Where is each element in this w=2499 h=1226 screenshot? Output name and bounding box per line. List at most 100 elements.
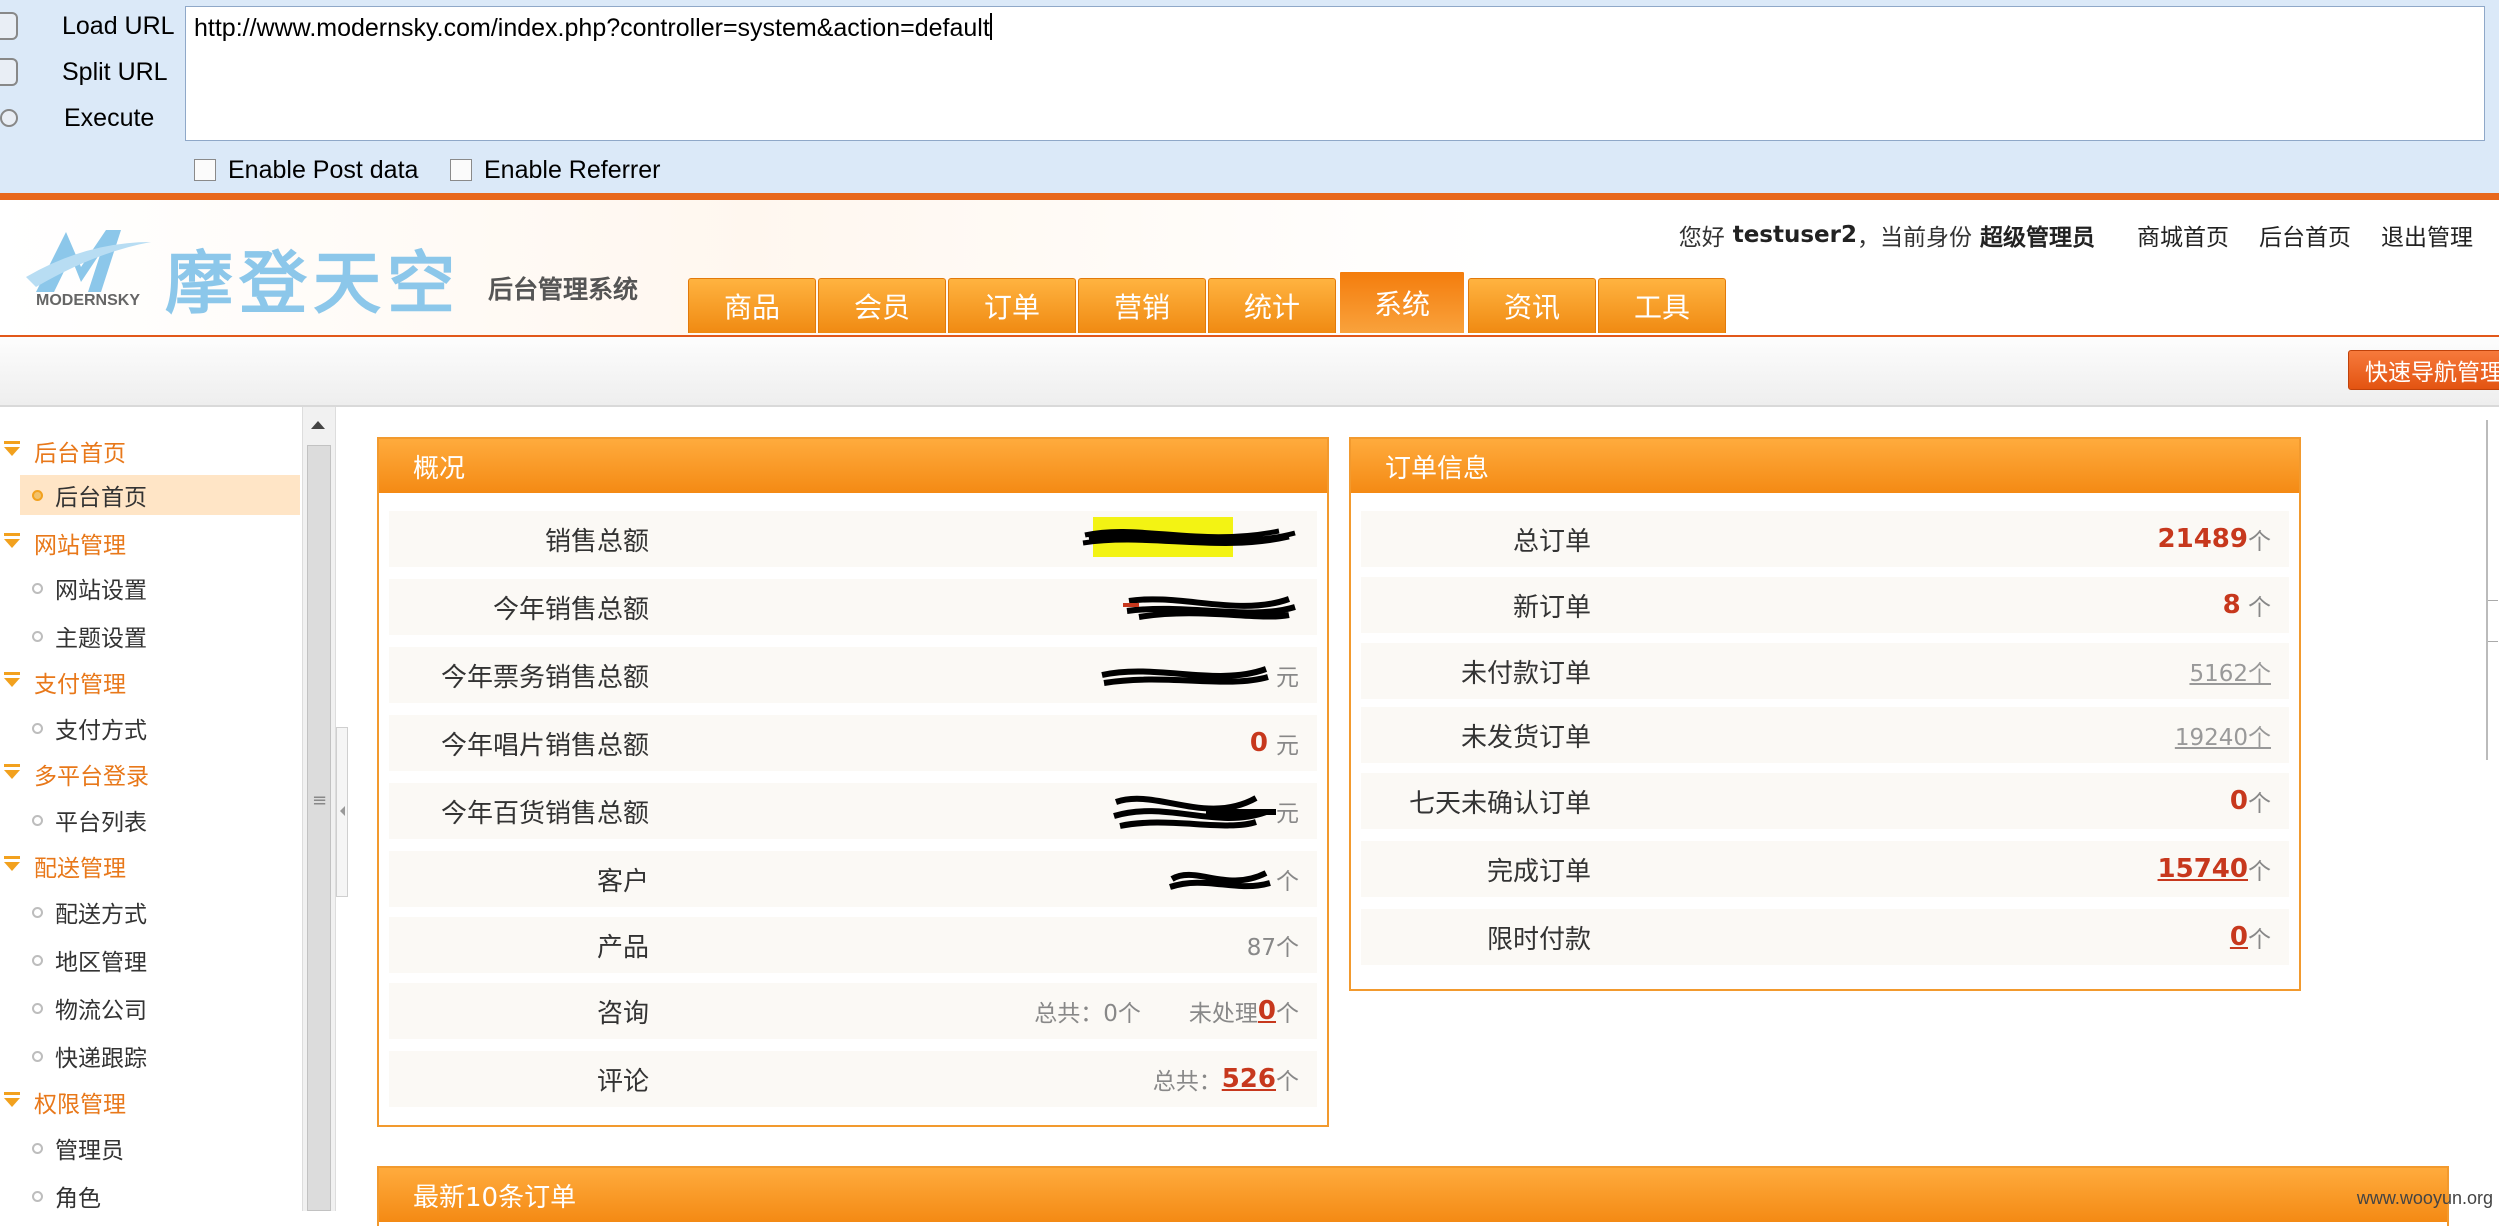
tab-goods[interactable]: 商品: [688, 278, 816, 333]
row-value: 0个: [2230, 920, 2271, 954]
timed-payment-link[interactable]: 0: [2230, 922, 2248, 952]
row-value-redacted: [1079, 513, 1299, 565]
sidebar-item-admins[interactable]: 管理员: [20, 1128, 300, 1168]
tab-marketing[interactable]: 营销: [1078, 278, 1206, 333]
row-number: 8: [2222, 590, 2241, 620]
tab-members[interactable]: 会员: [818, 278, 946, 333]
expand-triangle-icon: [4, 763, 20, 779]
sidebar-section-permission[interactable]: 权限管理: [0, 1082, 126, 1122]
load-url-button[interactable]: Load URL: [0, 4, 180, 48]
expand-triangle-icon: [4, 440, 20, 456]
bullet-icon: [32, 954, 43, 966]
sidebar-section-shipping[interactable]: 配送管理: [0, 846, 126, 886]
scrollbar-thumb[interactable]: [307, 445, 331, 1211]
bullet-icon: [32, 582, 43, 594]
split-url-button[interactable]: Split URL: [0, 50, 180, 94]
collapse-handle[interactable]: [336, 727, 348, 897]
sidebar-section-payment[interactable]: 支付管理: [0, 662, 126, 702]
page-scrollbar[interactable]: [2486, 420, 2499, 760]
checkbox-box[interactable]: [194, 159, 216, 181]
order-row: 总订单 21489 个: [1361, 511, 2289, 567]
link-mall-home[interactable]: 商城首页: [2137, 218, 2229, 252]
overview-row: 咨询 总共：0个 未处理 0 个: [389, 983, 1317, 1039]
tab-system[interactable]: 系统: [1338, 270, 1466, 333]
overview-row: 销售总额: [389, 511, 1317, 567]
sidebar-item-tracking[interactable]: 快递跟踪: [20, 1036, 300, 1076]
enable-referrer-checkbox[interactable]: Enable Referrer: [450, 155, 660, 185]
row-unit: 元: [1276, 801, 1299, 827]
row-value: 8 个: [2223, 588, 2271, 622]
expand-triangle-icon: [4, 671, 20, 687]
bullet-icon: [32, 906, 43, 918]
unpaid-orders-link[interactable]: 5162个: [2189, 654, 2271, 688]
sidebar-item-label: 配送方式: [55, 902, 147, 928]
row-unit: 个: [2248, 859, 2271, 885]
user-info: 您好 testuser2 ，当前身份 超级管理员 商城首页 后台首页 退出管理: [1679, 218, 2473, 252]
url-textarea[interactable]: http://www.modernsky.com/index.php?contr…: [185, 6, 2485, 141]
text-caret: [989, 13, 992, 40]
consult-pending-link[interactable]: 0: [1258, 996, 1276, 1026]
load-url-icon: [0, 12, 18, 40]
system-name: 后台管理系统: [488, 275, 639, 304]
sidebar-item-label: 管理员: [55, 1138, 124, 1164]
sidebar-item-label: 主题设置: [55, 626, 147, 652]
sidebar-section-dashboard[interactable]: 后台首页: [0, 431, 126, 471]
sidebar-item-shipping-methods[interactable]: 配送方式: [20, 892, 300, 932]
sidebar-item-site-settings[interactable]: 网站设置: [20, 568, 300, 608]
sidebar-section-site[interactable]: 网站管理: [0, 523, 126, 563]
row-value: 15740 个: [2158, 852, 2271, 886]
sidebar-item-label: 快递跟踪: [55, 1046, 147, 1072]
checkbox-box[interactable]: [450, 159, 472, 181]
sidebar-item-payment-methods[interactable]: 支付方式: [20, 708, 300, 748]
tab-news[interactable]: 资讯: [1468, 278, 1596, 333]
order-row: 未付款订单 5162个: [1361, 643, 2289, 699]
expand-triangle-icon: [4, 532, 20, 548]
url-text: http://www.modernsky.com/index.php?contr…: [194, 14, 990, 42]
sidebar-item-region[interactable]: 地区管理: [20, 940, 300, 980]
sidebar-item-label: 角色: [55, 1186, 101, 1211]
order-info-panel: 订单信息 总订单 21489 个 新订单 8 个 未付款订单 5162个 未发货订…: [1349, 437, 2301, 991]
row-value-redacted: 元: [1096, 655, 1299, 695]
sidebar-item-logistics[interactable]: 物流公司: [20, 988, 300, 1028]
sidebar-splitter[interactable]: [336, 407, 350, 1211]
header-top-border: [0, 193, 2499, 200]
scroll-up-icon[interactable]: [311, 421, 325, 429]
row-label: 产品: [596, 932, 649, 963]
sidebar-item-theme-settings[interactable]: 主题设置: [20, 616, 300, 656]
latest-orders-panel: 最新10条订单: [377, 1166, 2449, 1226]
row-unit: 个: [2240, 595, 2271, 621]
bullet-icon: [32, 1002, 43, 1014]
tab-orders[interactable]: 订单: [948, 278, 1076, 333]
quick-nav-button[interactable]: 快速导航管理: [2348, 350, 2499, 390]
tab-statistics[interactable]: 统计: [1208, 278, 1336, 333]
row-unit: 个: [1276, 1001, 1299, 1027]
comment-count-link[interactable]: 526: [1222, 1064, 1276, 1094]
tab-tools[interactable]: 工具: [1598, 278, 1726, 333]
unshipped-orders-link[interactable]: 19240个: [2175, 718, 2271, 752]
row-label: 未发货订单: [1460, 722, 1591, 753]
sidebar-section-label: 支付管理: [34, 672, 126, 698]
order-info-title: 订单信息: [1351, 439, 2299, 493]
split-url-label: Split URL: [62, 57, 168, 86]
row-value: 总共：0个 未处理 0 个: [1034, 994, 1299, 1028]
link-admin-home[interactable]: 后台首页: [2259, 218, 2351, 252]
bullet-icon: [32, 630, 43, 642]
sidebar-item-platform-list[interactable]: 平台列表: [20, 800, 300, 840]
sidebar-item-dashboard[interactable]: 后台首页: [20, 475, 300, 515]
order-row: 未发货订单 19240个: [1361, 707, 2289, 763]
enable-post-checkbox[interactable]: Enable Post data: [194, 155, 418, 185]
sidebar-section-multi-login[interactable]: 多平台登录: [0, 754, 149, 794]
row-label: 七天未确认订单: [1408, 788, 1591, 819]
sidebar-item-roles[interactable]: 角色: [20, 1176, 300, 1211]
load-url-label: Load URL: [62, 11, 175, 40]
row-label: 新订单: [1512, 592, 1591, 623]
logo-cn-text: 摩登天空: [165, 245, 462, 324]
execute-button[interactable]: Execute: [0, 96, 180, 140]
row-number: 0: [1249, 728, 1268, 758]
row-value: 87个: [1246, 935, 1299, 961]
link-logout[interactable]: 退出管理: [2381, 218, 2473, 252]
bullet-icon: [32, 722, 43, 734]
completed-orders-link[interactable]: 15740: [2158, 854, 2248, 884]
grip-icon: ≡: [312, 790, 328, 811]
row-value-redacted: 元: [1106, 786, 1299, 836]
